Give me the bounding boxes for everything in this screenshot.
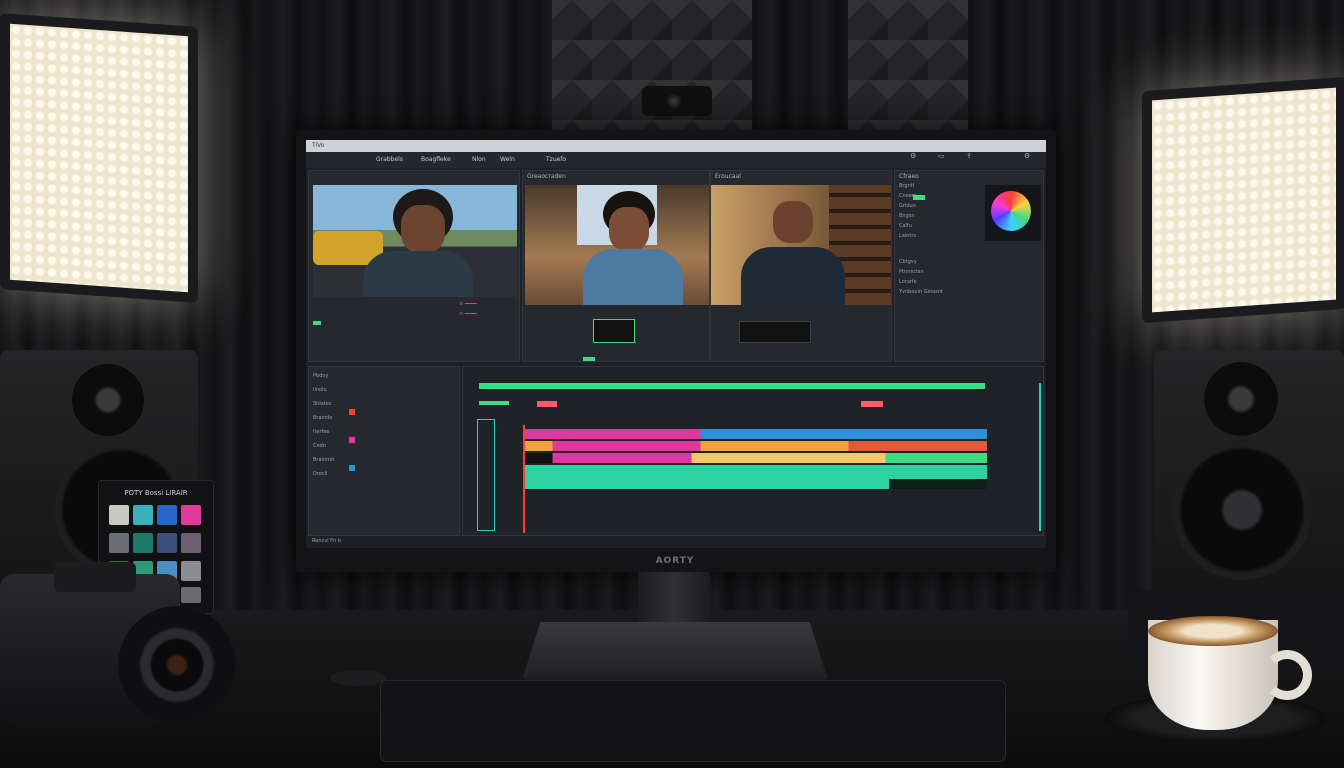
timeline-panel xyxy=(462,366,1044,536)
color-chip xyxy=(181,533,201,553)
color-chip xyxy=(133,533,153,553)
person-shirt xyxy=(363,251,473,297)
camera-lens-icon xyxy=(118,606,236,724)
inspector-row[interactable]: Lalntrs xyxy=(899,233,916,240)
inspector-row[interactable]: Ptnneclan xyxy=(899,269,924,276)
color-chip xyxy=(133,505,153,525)
menu-item[interactable]: Boagfleke xyxy=(421,152,451,168)
track-name[interactable]: Ilnolu xyxy=(313,387,327,394)
media-thumbnail[interactable] xyxy=(313,185,517,297)
person-face xyxy=(609,207,649,251)
inspector-row[interactable]: Yvnbouin Gelasnt xyxy=(899,289,943,296)
track-name[interactable]: Pbdvy xyxy=(313,373,328,380)
clip-meta: ≡ ━━━━ xyxy=(459,311,477,317)
person-shirt xyxy=(583,249,683,305)
color-chip xyxy=(109,505,129,525)
gear-icon[interactable]: ⚙ xyxy=(1024,152,1030,160)
camera-top xyxy=(54,562,136,592)
track-header-panel: Pbdvy Ilnolu Shlatec Brainde Iterfee Cnd… xyxy=(308,366,460,536)
timeline-end-marker xyxy=(1039,383,1041,531)
track-name[interactable]: Shlatec xyxy=(313,401,332,408)
acoustic-foam-panel xyxy=(848,0,968,130)
monitor-brand: AORTY xyxy=(655,556,695,566)
viewer-title: Eroucaal xyxy=(715,173,741,180)
color-wheel-icon[interactable] xyxy=(991,191,1031,231)
window-title: TiVo xyxy=(312,142,325,149)
menu-item[interactable]: Nlon xyxy=(472,152,486,168)
menu-bar: Grabbels Boagfleke Nlon Weln Tzuefo ⚙ ▭ … xyxy=(306,152,1046,168)
video-clip-row-1[interactable] xyxy=(525,429,987,439)
viewer-title: Greaocraden xyxy=(527,173,566,180)
color-checker-label: POTY Bossi LIRAIR xyxy=(124,489,188,497)
window-titlebar: TiVo xyxy=(306,140,1046,152)
desk-puck xyxy=(330,670,386,686)
color-chip xyxy=(181,505,201,525)
video-clip-row-2[interactable] xyxy=(525,441,987,451)
inspector-row[interactable]: Lorarfe xyxy=(899,279,917,286)
inspector-row[interactable]: Calfu xyxy=(899,223,912,230)
mute-icon[interactable] xyxy=(349,465,355,471)
color-chip xyxy=(181,561,201,581)
selection-box[interactable] xyxy=(477,419,495,531)
color-chip xyxy=(157,505,177,525)
marker-clip[interactable] xyxy=(537,401,557,407)
source-video-frame xyxy=(525,185,709,305)
monitor-icon[interactable]: ▭ xyxy=(938,152,945,160)
source-viewer-panel: Greaocraden xyxy=(522,170,710,362)
settings-icon[interactable]: ⚙ xyxy=(910,152,916,160)
toggle-on[interactable] xyxy=(913,195,925,200)
inspector-row[interactable]: Cbtgvy xyxy=(899,259,917,266)
inspector-row[interactable]: Bngsn xyxy=(899,213,915,220)
monitor-screen: TiVo Grabbels Boagfleke Nlon Weln Tzuefo… xyxy=(306,140,1046,548)
led-light-panel-left xyxy=(0,13,198,303)
inspector-panel: Cfraeo Brgntl Cnoem Grldun Bngsn Calfu L… xyxy=(894,170,1044,362)
color-chip xyxy=(157,533,177,553)
clip-indicator xyxy=(313,321,321,325)
record-icon[interactable] xyxy=(349,409,355,415)
menu-item[interactable]: Grabbels xyxy=(376,152,403,168)
track-name[interactable]: Brainmit xyxy=(313,457,334,464)
tweeter-icon xyxy=(72,364,144,436)
program-viewer-panel: Eroucaal xyxy=(710,170,892,362)
clip-thumbs xyxy=(889,479,987,489)
tweeter-icon xyxy=(1204,362,1278,436)
inspector-title: Cfraeo xyxy=(899,173,919,180)
media-bin-panel: ≡ ━━━━ ≡ ━━━━ xyxy=(308,170,520,362)
latte-art-icon xyxy=(1148,616,1278,646)
audio-meter xyxy=(593,319,635,343)
person-face xyxy=(773,201,813,243)
menu-item[interactable]: Weln xyxy=(500,152,515,168)
studio-speaker-right xyxy=(1154,350,1344,590)
person-face xyxy=(401,205,445,253)
led-light-panel-right xyxy=(1142,76,1344,324)
monitor-stand-base xyxy=(522,622,828,680)
track-name[interactable]: Iterfee xyxy=(313,429,329,436)
color-chip xyxy=(109,533,129,553)
status-bar: Rencvl Fn b xyxy=(312,538,341,544)
inspector-row[interactable]: Brgntl xyxy=(899,183,914,190)
woofer-icon xyxy=(1172,440,1312,580)
clip-segment[interactable] xyxy=(479,401,509,405)
track-name[interactable]: Cndn xyxy=(313,443,326,450)
inspector-row[interactable]: Grldun xyxy=(899,203,916,210)
menu-item[interactable]: Tzuefo xyxy=(546,152,566,168)
color-chip xyxy=(181,587,201,603)
cup-handle xyxy=(1262,650,1312,700)
person-shirt xyxy=(741,247,845,305)
program-video-frame xyxy=(711,185,891,305)
clip-meta: ≡ ━━━━ xyxy=(459,301,477,307)
keyboard xyxy=(380,680,1006,762)
track-name[interactable]: Brainde xyxy=(313,415,332,422)
color-wheel-container xyxy=(985,185,1041,241)
share-icon[interactable]: ⇪ xyxy=(966,152,972,160)
transport-controls[interactable] xyxy=(739,321,811,343)
video-clip-row-3[interactable] xyxy=(525,453,987,463)
marker-clip[interactable] xyxy=(861,401,883,407)
track-name[interactable]: Drecil xyxy=(313,471,327,478)
webcam-lens-icon xyxy=(667,94,681,108)
audio-clip-green[interactable] xyxy=(479,383,985,389)
playback-indicator xyxy=(583,357,595,361)
solo-icon[interactable] xyxy=(349,437,355,443)
